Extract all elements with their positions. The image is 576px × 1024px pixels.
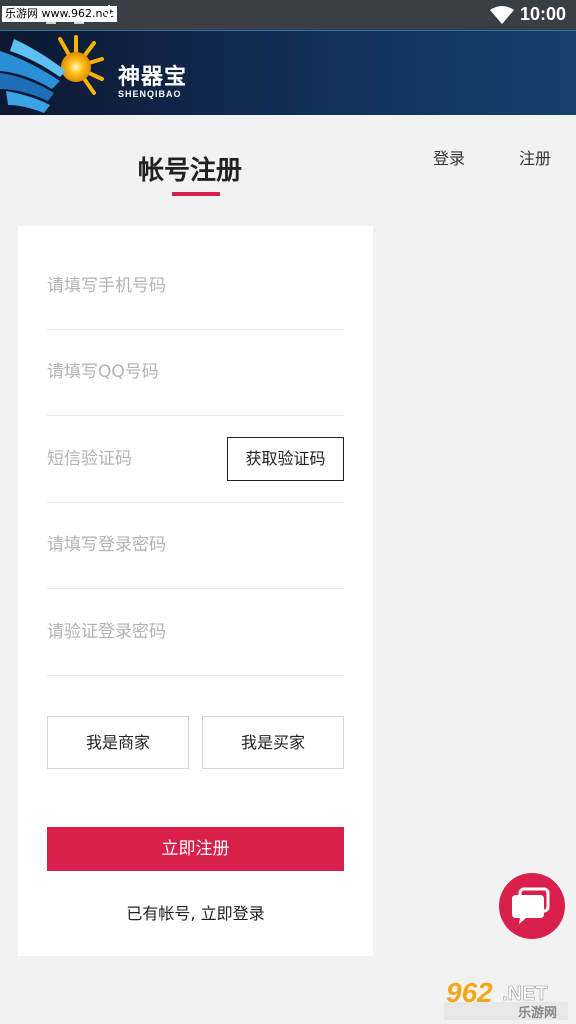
brand-subtitle: SHENQIBAO <box>118 89 182 99</box>
chat-button[interactable] <box>499 873 565 939</box>
notification-icon <box>46 22 56 24</box>
phone-input[interactable] <box>47 243 344 329</box>
get-code-button[interactable]: 获取验证码 <box>227 437 344 481</box>
svg-text:962: 962 <box>446 977 493 1008</box>
password-field <box>47 502 344 589</box>
nav-register-link[interactable]: 注册 <box>519 145 551 169</box>
svg-text:.NET: .NET <box>502 983 548 1005</box>
status-time: 10:00 <box>520 4 567 24</box>
notification-icon <box>74 22 84 24</box>
nav-login-link[interactable]: 登录 <box>433 145 465 169</box>
chat-icon <box>512 887 550 924</box>
buyer-role-button[interactable]: 我是买家 <box>202 716 344 769</box>
sms-code-input[interactable] <box>47 416 217 502</box>
page-title: 帐号注册 <box>138 156 243 186</box>
register-submit-button[interactable]: 立即注册 <box>47 827 344 871</box>
qq-input[interactable] <box>47 329 344 415</box>
brand-name: 神器宝 <box>118 65 188 90</box>
download-icon <box>103 5 115 22</box>
svg-text:乐游网: 乐游网 <box>518 1005 557 1021</box>
qq-field <box>47 329 344 416</box>
watermark-logo: 962 .NET 乐游网 <box>444 977 568 1021</box>
merchant-role-button[interactable]: 我是商家 <box>47 716 189 769</box>
logo-icon <box>0 35 104 113</box>
login-prompt-link[interactable]: 已有帐号, 立即登录 <box>47 900 344 924</box>
wifi-icon <box>490 6 514 24</box>
app-header: 神器宝 SHENQIBAO <box>0 30 576 115</box>
phone-field <box>47 243 344 330</box>
confirm-password-input[interactable] <box>47 589 344 675</box>
status-bar: 乐游网 www.962.net 10:00 <box>0 0 576 30</box>
status-watermark: 乐游网 www.962.net <box>2 6 117 22</box>
confirm-password-field <box>47 589 344 676</box>
title-underline <box>172 192 220 196</box>
password-input[interactable] <box>47 502 344 588</box>
